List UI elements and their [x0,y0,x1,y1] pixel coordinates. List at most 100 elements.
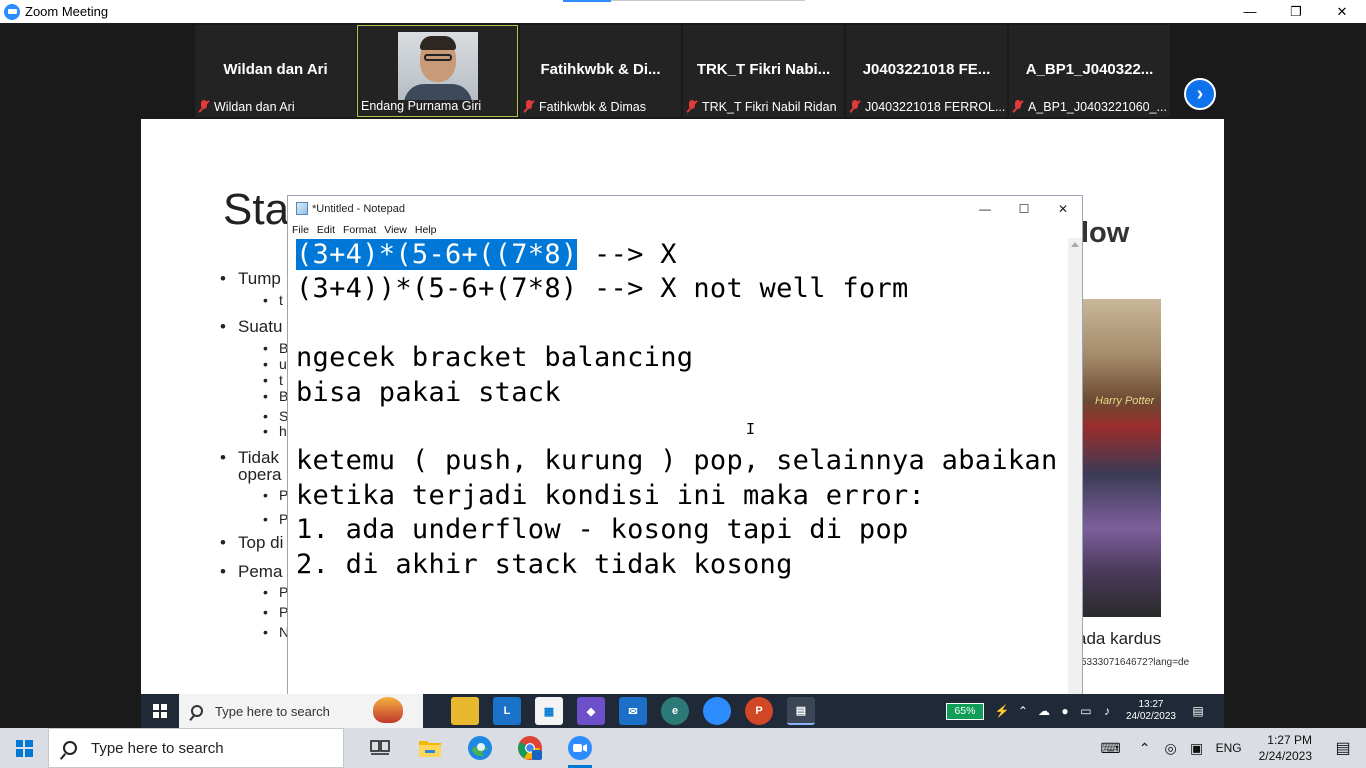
edge-icon[interactable]: e [661,697,689,725]
participant-caption-text: Endang Purnama Giri [361,98,482,113]
notepad-maximize-button[interactable]: ☐ [1004,196,1044,221]
microphone-icon[interactable]: ● [1057,704,1073,718]
slide-right-title: low [1081,217,1130,249]
remote-search-placeholder: Type here to search [215,703,330,719]
participant-tile[interactable]: J0403221018 FE... J0403221018 FERROL... [846,25,1007,117]
windows-logo-icon [153,704,167,718]
mic-muted-icon [523,100,535,113]
notepad-close-button[interactable]: ✕ [1043,196,1083,221]
menu-edit[interactable]: Edit [317,224,335,236]
notepad-icon[interactable]: ▤ [787,697,815,725]
system-tray: ⌨ ⌃ ◎ ▣ ENG 1:27 PM 2/24/2023 ▤ [1099,728,1366,768]
participant-caption-text: A_BP1_J0403221060_... [1028,99,1168,114]
start-button[interactable] [0,728,48,768]
remote-clock[interactable]: 13:27 24/02/2023 [1126,699,1176,723]
search-icon [63,741,77,755]
notepad-title: *Untitled - Notepad [312,202,405,215]
notification-icon[interactable]: ▤ [1190,704,1206,718]
notepad-minimize-button[interactable]: — [965,196,1005,221]
notification-icon[interactable]: ▤ [1328,738,1358,758]
chevron-up-icon[interactable]: ⌃ [1015,704,1031,718]
menu-help[interactable]: Help [415,224,437,236]
menu-file[interactable]: File [292,224,309,236]
participant-tile[interactable]: TRK_T Fikri Nabi... TRK_T Fikri Nabil Ri… [683,25,844,117]
search-box[interactable]: Type here to search [48,728,344,768]
file-explorer-icon[interactable] [451,697,479,725]
participant-strip: Wildan dan Ari Wildan dan Ari Endang Pur… [0,23,1366,119]
zoom-icon[interactable] [560,728,600,768]
menu-view[interactable]: View [384,224,407,236]
notepad-titlebar[interactable]: *Untitled - Notepad — ☐ ✕ [288,196,1082,221]
participant-caption: A_BP1_J0403221060_... [1012,98,1167,115]
battery-icon[interactable]: ▭ [1078,704,1094,718]
slide-photo: Harry Potter [1083,299,1161,617]
remote-start-button[interactable] [141,694,179,728]
participant-caption-text: TRK_T Fikri Nabil Ridan [702,99,837,114]
edge-icon[interactable] [460,728,500,768]
pinned-apps [360,728,600,768]
cloud-icon[interactable]: ☁ [1036,704,1052,718]
notepad-text-area[interactable]: (3+4)*(5-6+((7*8) --> X (3+4))*(5-6+(7*8… [288,238,1069,694]
volume-icon[interactable]: ♪ [1099,704,1115,718]
mail-icon[interactable]: ✉ [619,697,647,725]
mic-muted-icon [1012,100,1024,113]
battery-indicator[interactable]: 65% [945,702,984,720]
notepad-menubar: File Edit Format View Help [288,221,1082,238]
participant-caption: Endang Purnama Giri [361,97,481,114]
participant-caption-text: Fatihkwbk & Dimas [539,99,646,114]
search-icon [191,705,203,717]
zoom-titlebar[interactable]: Zoom Meeting — ❐ ✕ [0,0,1366,23]
participant-tile[interactable]: A_BP1_J040322... A_BP1_J0403221060_... [1009,25,1170,117]
powerpoint-icon[interactable]: P [745,697,773,725]
title-divider [611,0,805,1]
minimize-button[interactable]: — [1227,0,1273,23]
menu-format[interactable]: Format [343,224,376,236]
notepad-scrollbar[interactable] [1068,238,1082,694]
next-page-button[interactable]: › [1184,78,1216,110]
power-plug-icon[interactable]: ⚡ [994,704,1010,718]
chevron-up-icon[interactable]: ⌃ [1133,740,1157,757]
linkedin-icon[interactable]: L [493,697,521,725]
zoom-icon[interactable] [703,697,731,725]
display-icon[interactable]: ▣ [1185,740,1209,757]
selected-text: (3+4)*(5-6+((7*8) [296,239,578,270]
participant-name: A_BP1_J040322... [1025,61,1154,78]
text-line [296,410,1069,444]
clock[interactable]: 1:27 PM 2/24/2023 [1259,732,1312,764]
photos-icon[interactable]: ◆ [577,697,605,725]
mic-muted-icon [686,100,698,113]
clock-date: 2/24/2023 [1258,749,1312,763]
participant-caption: TRK_T Fikri Nabil Ridan [686,98,837,115]
book-title-text: Harry Potter [1095,395,1155,407]
participant-tile-active-speaker[interactable]: Endang Purnama Giri [357,25,518,117]
clock-time: 1:27 PM [1267,733,1312,747]
slide-bullet-cont: h [263,423,286,439]
keyboard-icon[interactable]: ⌨ [1099,740,1123,757]
close-button[interactable]: ✕ [1319,0,1365,23]
window-title: Zoom Meeting [25,4,109,19]
slide-bullet-cont: opera [238,465,282,484]
chrome-icon[interactable] [510,728,550,768]
text-line: 2. di akhir stack tidak kosong [296,548,793,580]
title-accent-line [563,0,611,2]
local-taskbar: Type here to search ⌨ ⌃ ◎ ▣ ENG 1:27 PM … [0,728,1366,768]
remote-search-box[interactable]: Type here to search [179,694,423,728]
restore-button[interactable]: ❐ [1273,0,1319,23]
file-explorer-icon[interactable] [410,728,450,768]
participant-video [398,32,478,100]
text-line: (3+4)*(5-6+((7*8) --> X [296,238,1069,272]
participant-tile[interactable]: Fatihkwbk & Di... Fatihkwbk & Dimas [520,25,681,117]
text-line: (3+4))*(5-6+(7*8) --> X not well form [296,273,909,305]
notepad-app-icon [296,202,308,215]
task-view-icon[interactable] [360,728,400,768]
language-indicator[interactable]: ENG [1211,741,1247,755]
notepad-window[interactable]: *Untitled - Notepad — ☐ ✕ File Edit Form… [287,195,1083,694]
webcam-icon[interactable]: ◎ [1159,740,1183,757]
slide-bullet: Top di [220,533,284,553]
store-icon[interactable]: ▦ [535,697,563,725]
mic-muted-icon [198,100,210,113]
text-line [296,307,1069,341]
slide-bullet: t [263,292,282,308]
participant-tile[interactable]: Wildan dan Ari Wildan dan Ari [195,25,356,117]
participant-caption: Fatihkwbk & Dimas [523,98,646,115]
